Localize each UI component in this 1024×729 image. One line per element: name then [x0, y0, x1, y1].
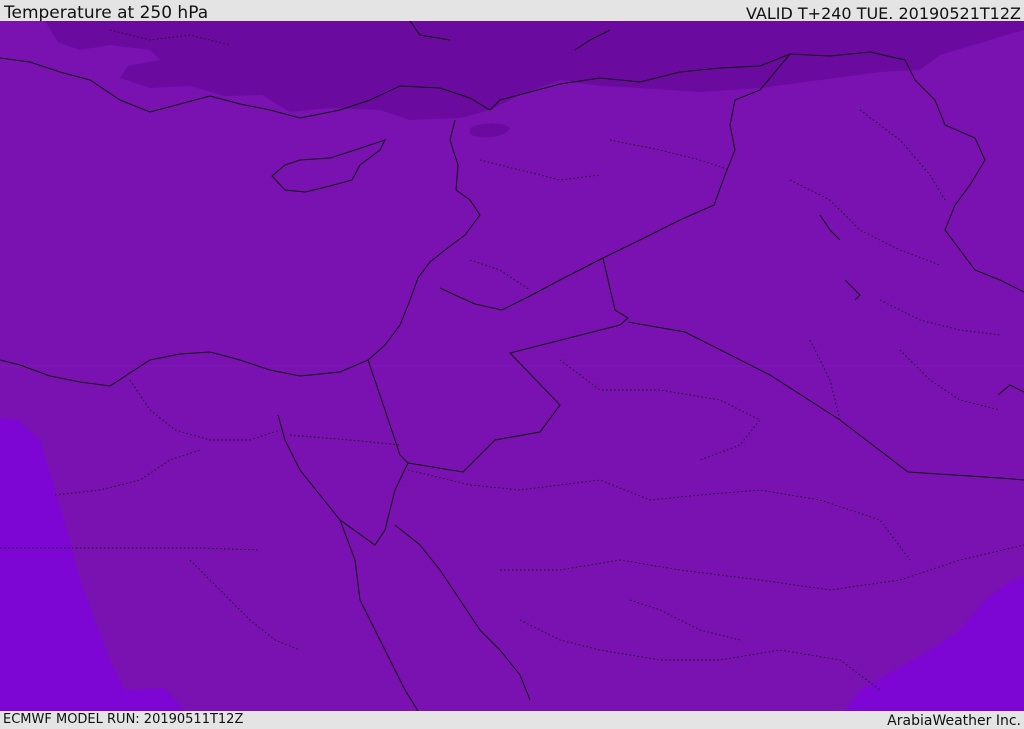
footer-bar: ECMWF MODEL RUN: 20190511T12Z ArabiaWeat… [0, 711, 1024, 729]
credit-label: ArabiaWeather Inc. [887, 713, 1021, 729]
map-title: Temperature at 250 hPa [4, 3, 209, 23]
header-bar: Temperature at 250 hPa VALID T+240 TUE. … [0, 0, 1024, 23]
temperature-map [0, 21, 1024, 711]
model-run: ECMWF MODEL RUN: 20190511T12Z [3, 712, 244, 727]
map-panel[interactable] [0, 21, 1024, 711]
